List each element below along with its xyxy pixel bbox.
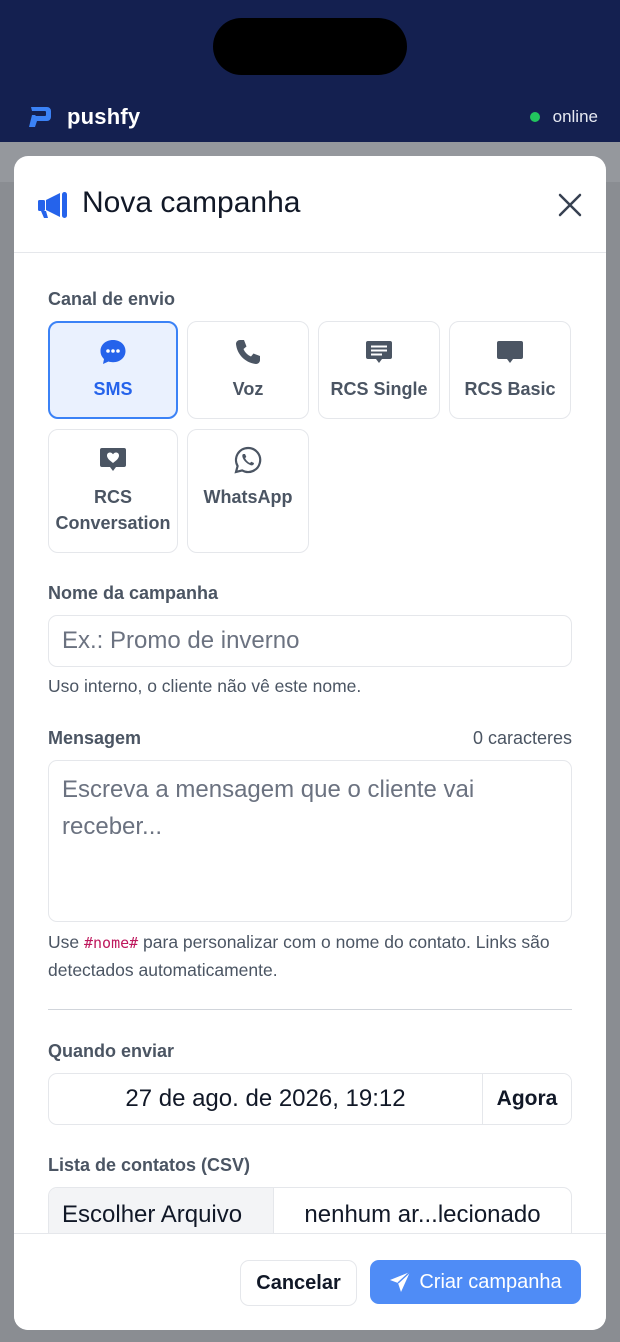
modal-header: Nova campanha (14, 156, 606, 253)
close-icon (558, 193, 582, 217)
channel-option-rcs-basic[interactable]: RCS Basic (449, 321, 571, 419)
channel-option-rcs-single[interactable]: RCS Single (318, 321, 440, 419)
status-text: online (552, 107, 598, 126)
channel-label: Canal de envio (48, 289, 176, 309)
close-button[interactable] (554, 189, 586, 221)
message-hint: Use #nome# para personalizar com o nome … (48, 929, 578, 984)
campaign-name-input[interactable] (48, 615, 572, 667)
message-hint-prefix: Use (48, 932, 84, 952)
pushfy-logo-icon (29, 107, 51, 127)
channel-label-rcs-conversation: RCS Conversation (55, 487, 171, 533)
brand-name: pushfy (67, 104, 141, 129)
schedule-datetime-field: 27 de ago. de 2026, 19:12 Agora (48, 1073, 572, 1125)
whatsapp-icon (234, 446, 262, 474)
device-notch (213, 18, 407, 75)
campaign-name-hint: Uso interno, o cliente não vê este nome. (48, 676, 362, 696)
message-hint-placeholder-code: #nome# (83, 934, 139, 952)
modal-body: Canal de envio SMS Voz RCS Single RCS Ba… (14, 253, 606, 1233)
channel-label-whatsapp: WhatsApp (203, 487, 293, 507)
campaign-name-label: Nome da campanha (48, 583, 219, 603)
channel-label-sms: SMS (93, 379, 133, 399)
message-square-icon (497, 341, 523, 363)
status-dot-icon (529, 112, 540, 122)
contacts-label: Lista de contatos (CSV) (48, 1155, 251, 1175)
channel-label-rcs-basic: RCS Basic (464, 379, 556, 399)
channel-option-voz[interactable]: Voz (187, 321, 309, 419)
message-char-counter: 0 caracteres (472, 728, 572, 748)
channel-option-sms[interactable]: SMS (48, 321, 178, 419)
chat-bubble-icon (100, 340, 126, 364)
channel-label-rcs-single: RCS Single (330, 379, 428, 399)
create-campaign-label: Criar campanha (419, 1270, 562, 1293)
schedule-now-button[interactable]: Agora (483, 1074, 571, 1124)
message-heart-icon (100, 448, 126, 471)
megaphone-icon (38, 192, 67, 218)
message-label: Mensagem (48, 728, 142, 748)
modal-footer: Cancelar Criar campanha (14, 1233, 606, 1330)
channel-option-rcs-conversation[interactable]: RCS Conversation (48, 429, 178, 553)
create-campaign-button[interactable]: Criar campanha (370, 1260, 581, 1304)
brand: pushfy (26, 104, 140, 130)
app-top-bar: pushfy online (0, 0, 620, 142)
channel-option-whatsapp[interactable]: WhatsApp (187, 429, 309, 553)
channel-label-voz: Voz (232, 379, 264, 399)
cancel-button[interactable]: Cancelar (240, 1260, 357, 1306)
phone-icon (236, 340, 260, 364)
modal-title: Nova campanha (82, 186, 301, 219)
message-lines-icon (366, 341, 392, 363)
section-divider (48, 1009, 572, 1010)
message-textarea[interactable] (48, 760, 572, 922)
schedule-label: Quando enviar (48, 1041, 175, 1061)
file-status-text: nenhum ar...lecionado (304, 1201, 541, 1228)
schedule-datetime-input[interactable]: 27 de ago. de 2026, 19:12 (49, 1074, 483, 1124)
connection-status: online (529, 107, 598, 127)
contacts-file-input: Escolher Arquivo nenhum ar...lecionado (48, 1187, 572, 1233)
new-campaign-modal: Nova campanha Canal de envio SMS Voz RCS… (14, 156, 606, 1330)
send-icon (390, 1271, 411, 1292)
choose-file-button[interactable]: Escolher Arquivo (49, 1188, 274, 1233)
